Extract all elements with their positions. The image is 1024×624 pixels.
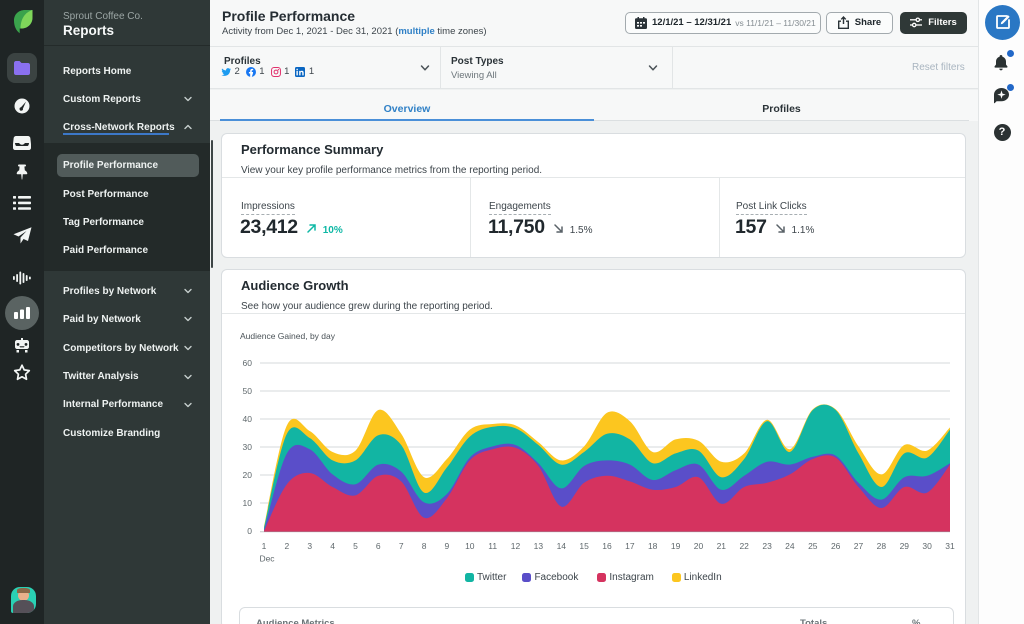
svg-text:27: 27 [854,541,864,551]
svg-text:5: 5 [353,541,358,551]
svg-text:30: 30 [922,541,932,551]
svg-text:23: 23 [762,541,772,551]
svg-text:11: 11 [488,541,497,551]
svg-text:1: 1 [262,541,267,551]
svg-text:31: 31 [945,541,955,551]
svg-text:19: 19 [671,541,681,551]
svg-text:25: 25 [808,541,818,551]
svg-text:2: 2 [285,541,290,551]
svg-text:24: 24 [785,541,795,551]
svg-text:14: 14 [557,541,567,551]
svg-text:4: 4 [330,541,335,551]
svg-text:18: 18 [648,541,658,551]
svg-text:26: 26 [831,541,841,551]
svg-text:6: 6 [376,541,381,551]
svg-text:17: 17 [625,541,635,551]
svg-text:16: 16 [602,541,612,551]
svg-text:13: 13 [534,541,544,551]
svg-text:10: 10 [465,541,475,551]
svg-text:28: 28 [877,541,887,551]
svg-text:8: 8 [422,541,427,551]
svg-text:3: 3 [307,541,312,551]
svg-text:9: 9 [445,541,450,551]
svg-text:29: 29 [900,541,910,551]
svg-text:21: 21 [717,541,727,551]
svg-text:22: 22 [739,541,749,551]
svg-text:Dec: Dec [259,554,275,564]
svg-text:7: 7 [399,541,404,551]
svg-text:12: 12 [511,541,521,551]
svg-text:20: 20 [694,541,704,551]
svg-text:15: 15 [579,541,589,551]
